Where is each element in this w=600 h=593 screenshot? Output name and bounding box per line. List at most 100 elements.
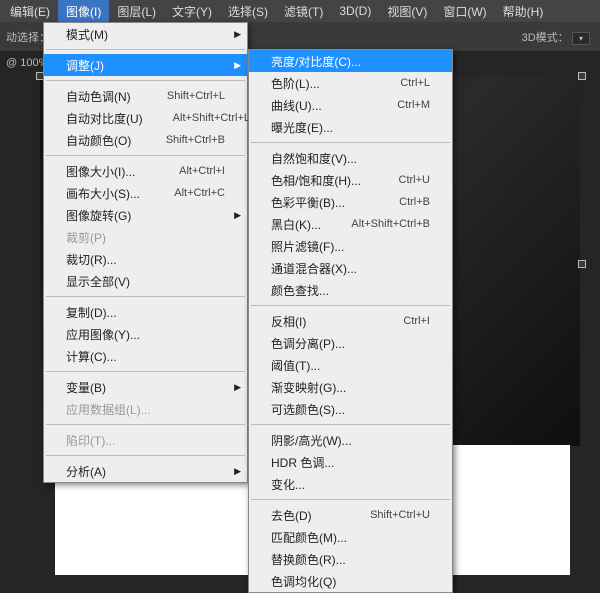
menu-item-label: 色调均化(Q): [271, 573, 430, 590]
menubar-item[interactable]: 图层(L): [109, 0, 164, 23]
menubar-item[interactable]: 选择(S): [220, 0, 276, 23]
menu-item[interactable]: 反相(I)Ctrl+I: [249, 310, 452, 332]
menu-item-label: 颜色查找...: [271, 282, 430, 299]
menu-item[interactable]: 自动颜色(O) Shift+Ctrl+B: [44, 129, 247, 151]
menu-separator: [251, 499, 450, 500]
menu-item[interactable]: 计算(C)...: [44, 345, 247, 367]
menu-item-shortcut: Ctrl+M: [397, 99, 430, 111]
menu-item[interactable]: 阴影/高光(W)...: [249, 429, 452, 451]
menubar-item[interactable]: 文字(Y): [164, 0, 220, 23]
menubar: 编辑(E)图像(I)图层(L)文字(Y)选择(S)滤镜(T)3D(D)视图(V)…: [0, 0, 600, 22]
menu-item-shortcut: Shift+Ctrl+B: [166, 134, 225, 146]
menubar-item[interactable]: 滤镜(T): [276, 0, 331, 23]
menu-separator: [251, 424, 450, 425]
menu-item-label: 应用图像(Y)...: [66, 326, 225, 343]
menu-item-label: 显示全部(V): [66, 273, 225, 290]
menu-item-label: 匹配颜色(M)...: [271, 529, 430, 546]
menu-item[interactable]: 模式(M) ▶: [44, 23, 247, 45]
transform-handle[interactable]: [578, 72, 586, 80]
menu-item-label: HDR 色调...: [271, 454, 430, 471]
chevron-right-icon: ▶: [234, 466, 241, 477]
chevron-right-icon: ▶: [234, 382, 241, 393]
menubar-item[interactable]: 编辑(E): [2, 0, 58, 23]
menu-item[interactable]: 图像大小(I)... Alt+Ctrl+I: [44, 160, 247, 182]
menu-item[interactable]: 变化...: [249, 473, 452, 495]
menubar-item[interactable]: 窗口(W): [435, 0, 494, 23]
menubar-item[interactable]: 3D(D): [331, 1, 379, 21]
menu-item[interactable]: 自动对比度(U)Alt+Shift+Ctrl+L: [44, 107, 247, 129]
menu-item-label: 反相(I): [271, 313, 373, 330]
menu-item[interactable]: 渐变映射(G)...: [249, 376, 452, 398]
menu-item[interactable]: 画布大小(S)...Alt+Ctrl+C: [44, 182, 247, 204]
menu-item[interactable]: 色相/饱和度(H)... Ctrl+U: [249, 169, 452, 191]
menu-item[interactable]: 自动色调(N)Shift+Ctrl+L: [44, 85, 247, 107]
menu-item[interactable]: 自然饱和度(V)...: [249, 147, 452, 169]
mode3d-dropdown[interactable]: ▾: [572, 32, 590, 45]
menu-item-label: 自动颜色(O): [66, 132, 136, 149]
menu-item-shortcut: Ctrl+L: [400, 77, 430, 89]
menubar-item[interactable]: 视图(V): [379, 0, 435, 23]
menu-item-label: 裁切(R)...: [66, 251, 225, 268]
menu-item[interactable]: 曲线(U)... Ctrl+M: [249, 94, 452, 116]
menu-item[interactable]: 通道混合器(X)...: [249, 257, 452, 279]
menu-item[interactable]: 可选颜色(S)...: [249, 398, 452, 420]
menu-item-label: 图像大小(I)...: [66, 163, 149, 180]
menu-item[interactable]: 复制(D)...: [44, 301, 247, 323]
menu-item[interactable]: 色阶(L)... Ctrl+L: [249, 72, 452, 94]
menu-item-label: 通道混合器(X)...: [271, 260, 430, 277]
menu-item[interactable]: 曝光度(E)...: [249, 116, 452, 138]
menu-item[interactable]: 阈值(T)...: [249, 354, 452, 376]
menu-item[interactable]: 色调分离(P)...: [249, 332, 452, 354]
menu-item-label: 自动色调(N): [66, 88, 137, 105]
menu-item[interactable]: 显示全部(V): [44, 270, 247, 292]
menu-item[interactable]: 照片滤镜(F)...: [249, 235, 452, 257]
menu-item-label: 复制(D)...: [66, 304, 225, 321]
menu-item[interactable]: 匹配颜色(M)...: [249, 526, 452, 548]
menu-item-label: 色阶(L)...: [271, 75, 370, 92]
menu-item[interactable]: 颜色查找...: [249, 279, 452, 301]
menu-item-label: 裁剪(P): [66, 229, 225, 246]
menu-item-label: 调整(J): [66, 57, 225, 74]
menu-item-label: 陷印(T)...: [66, 432, 225, 449]
menubar-item[interactable]: 图像(I): [58, 0, 109, 23]
menu-item-label: 照片滤镜(F)...: [271, 238, 430, 255]
menubar-item[interactable]: 帮助(H): [495, 0, 552, 23]
menu-item-label: 曲线(U)...: [271, 97, 367, 114]
menu-separator: [46, 49, 245, 50]
chevron-right-icon: ▶: [234, 29, 241, 40]
menu-separator: [46, 424, 245, 425]
menu-item[interactable]: 黑白(K)...Alt+Shift+Ctrl+B: [249, 213, 452, 235]
adjustments-submenu: 亮度/对比度(C)... 色阶(L)... Ctrl+L 曲线(U)... Ctrl+M…: [248, 49, 453, 593]
mode3d-label: 3D模式：: [522, 32, 569, 44]
menu-item-label: 色相/饱和度(H)...: [271, 172, 369, 189]
menu-item-shortcut: Ctrl+U: [399, 174, 430, 186]
menu-separator: [251, 142, 450, 143]
menu-item-label: 自然饱和度(V)...: [271, 150, 430, 167]
menu-item[interactable]: 裁切(R)...: [44, 248, 247, 270]
menu-item[interactable]: 色彩平衡(B)...Ctrl+B: [249, 191, 452, 213]
menu-item-label: 阴影/高光(W)...: [271, 432, 430, 449]
menu-item: 陷印(T)...: [44, 429, 247, 451]
menu-item[interactable]: 去色(D) Shift+Ctrl+U: [249, 504, 452, 526]
menu-item-shortcut: Alt+Ctrl+I: [179, 165, 225, 177]
menu-item-label: 去色(D): [271, 507, 340, 524]
menu-item[interactable]: 分析(A)▶: [44, 460, 247, 482]
menu-item[interactable]: 变量(B) ▶: [44, 376, 247, 398]
transform-handle[interactable]: [578, 260, 586, 268]
menu-item[interactable]: 色调均化(Q): [249, 570, 452, 592]
menu-item[interactable]: 亮度/对比度(C)...: [249, 50, 452, 72]
menu-item-label: 计算(C)...: [66, 348, 225, 365]
menu-item-label: 模式(M): [66, 26, 225, 43]
menu-item[interactable]: 替换颜色(R)...: [249, 548, 452, 570]
menu-item[interactable]: 图像旋转(G)▶: [44, 204, 247, 226]
menu-item-shortcut: Shift+Ctrl+U: [370, 509, 430, 521]
menu-item-label: 可选颜色(S)...: [271, 401, 430, 418]
chevron-down-icon: ▾: [579, 34, 583, 43]
menu-item: 裁剪(P): [44, 226, 247, 248]
menu-item-label: 变化...: [271, 476, 430, 493]
menu-item-label: 图像旋转(G): [66, 207, 225, 224]
menu-item[interactable]: 应用图像(Y)...: [44, 323, 247, 345]
menu-item[interactable]: HDR 色调...: [249, 451, 452, 473]
menu-item[interactable]: 调整(J)▶: [44, 54, 247, 76]
menu-item-label: 变量(B): [66, 379, 225, 396]
